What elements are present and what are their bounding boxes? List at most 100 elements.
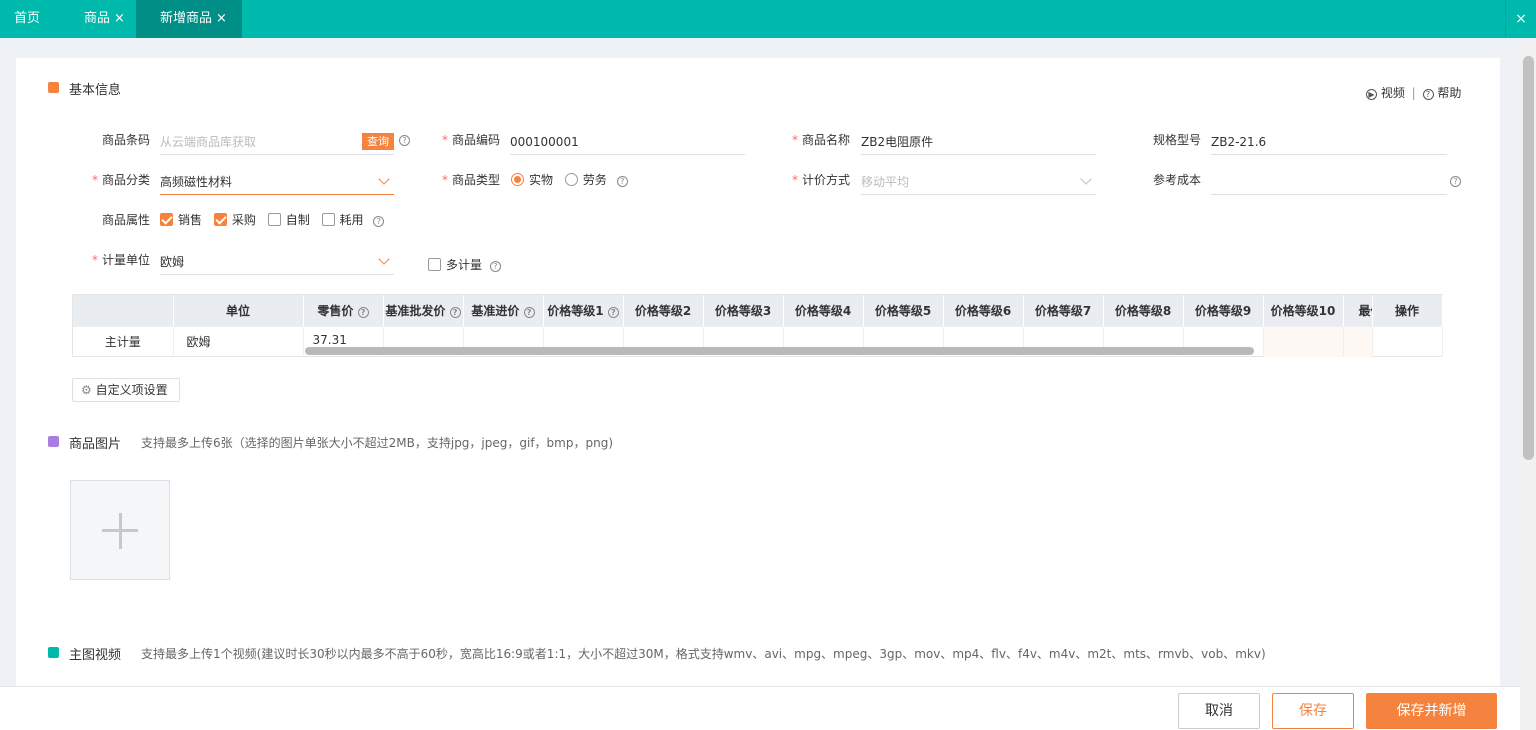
pricing-placeholder: 移动平均 (861, 175, 910, 189)
grid-header: 零售价 ? (303, 295, 384, 326)
checkbox-selfmade[interactable] (267, 213, 281, 226)
plus-icon-vertical (119, 513, 122, 549)
video-description: 支持最多上传1个视频(建议时长30秒以内最多不高于60秒，宽高比16:9或者1:… (141, 647, 1266, 661)
spec-input[interactable]: ZB2-21.6 (1211, 129, 1447, 155)
tab-products[interactable]: 商品 × (70, 0, 139, 38)
spec-label: 规格型号 (1152, 133, 1201, 147)
grid-header: 价格等级9 (1183, 295, 1264, 326)
close-icon[interactable]: × (114, 11, 125, 26)
type-label: * 商品类型 (441, 173, 500, 187)
category-select[interactable]: 高频磁性材料 (160, 169, 394, 195)
section-title-basic: 基本信息 (69, 83, 122, 98)
scrollbar-thumb[interactable] (1523, 56, 1534, 460)
info-icon (48, 82, 59, 93)
name-label: * 商品名称 (791, 133, 850, 147)
cost-label: 参考成本 (1152, 173, 1201, 187)
image-icon (48, 436, 59, 447)
code-input[interactable]: 000100001 (510, 129, 745, 155)
close-icon[interactable]: × (216, 11, 227, 26)
tab-label: 新增商品 (160, 11, 213, 26)
grid-cell[interactable] (1343, 325, 1373, 357)
grid-header: 价格等级5 (863, 295, 944, 326)
barcode-label: 商品条码 (101, 133, 150, 147)
tab-add-product[interactable]: 新增商品 × (136, 0, 242, 38)
grid-header: 价格等级4 (783, 295, 864, 326)
help-icon: ? (1422, 89, 1434, 100)
grid-header: 价格等级10 (1263, 295, 1344, 326)
help-icon[interactable]: ? (449, 306, 461, 318)
unit-value: 欧姆 (160, 255, 185, 269)
barcode-input[interactable]: 从云端商品库获取 (160, 129, 394, 155)
help-link[interactable]: 帮助 (1437, 86, 1461, 100)
multi-unit-label: 多计量 (446, 258, 483, 272)
checkbox-consume[interactable] (321, 213, 335, 226)
help-icon[interactable]: ? (489, 261, 501, 272)
top-tab-bar: 首页 商品 × 新增商品 × × (0, 0, 1536, 38)
help-links: ▶ 视频 | ? 帮助 (1366, 84, 1461, 101)
pricing-label: * 计价方式 (791, 173, 850, 187)
cancel-button[interactable]: 取消 (1178, 693, 1260, 729)
tab-label: 首页 (14, 11, 41, 26)
checkbox-selfmade-label: 自制 (285, 213, 310, 227)
image-upload-button[interactable] (70, 480, 170, 580)
radio-service-label: 劳务 (582, 173, 607, 187)
grid-header-row: 单位 零售价 ? 基准批发价 ? 基准进价 ? 价格等级1 ? 价格等级2 价格… (73, 295, 1443, 326)
pricing-select[interactable]: 移动平均 (861, 169, 1096, 195)
cost-input[interactable] (1211, 169, 1447, 195)
unit-select[interactable]: 欧姆 (160, 249, 394, 275)
category-label: * 商品分类 (91, 173, 150, 187)
attr-checkbox-group: 销售 采购 自制 耗用 ? (160, 211, 385, 228)
section-title-images: 商品图片 (69, 437, 122, 452)
radio-physical-label: 实物 (529, 173, 554, 187)
tab-home[interactable]: 首页 (0, 0, 54, 38)
help-icon[interactable]: ? (357, 306, 369, 318)
help-icon[interactable]: ? (1450, 176, 1461, 187)
custom-fields-button[interactable]: ⚙ 自定义项设置 (72, 378, 180, 402)
grid-header: 价格等级3 (703, 295, 784, 326)
help-icon[interactable]: ? (373, 216, 385, 227)
save-and-new-button[interactable]: 保存并新增 (1366, 693, 1497, 729)
checkbox-sale-label: 销售 (178, 213, 203, 227)
save-button[interactable]: 保存 (1272, 693, 1354, 729)
grid-header: 单位 (173, 295, 304, 326)
video-icon (48, 647, 59, 658)
images-description: 支持最多上传6张（选择的图片单张大小不超过2MB，支持jpg，jpeg，gif，… (141, 436, 613, 450)
grid-header: 价格等级2 (623, 295, 704, 326)
custom-fields-label: 自定义项设置 (95, 383, 168, 397)
play-icon: ▶ (1366, 89, 1377, 100)
checkbox-purchase-label: 采购 (231, 213, 256, 227)
grid-header (73, 295, 174, 326)
radio-physical[interactable] (511, 173, 524, 186)
checkbox-purchase[interactable] (213, 213, 227, 226)
section-title-video: 主图视频 (69, 648, 122, 663)
code-label: * 商品编码 (441, 133, 500, 147)
radio-service[interactable] (564, 173, 578, 186)
category-value: 高频磁性材料 (160, 175, 233, 189)
grid-header: 价格等级6 (943, 295, 1024, 326)
name-input[interactable]: ZB2电阻原件 (861, 129, 1096, 155)
attr-label: 商品属性 (101, 213, 150, 227)
grid-header: 操作 (1372, 295, 1443, 326)
grid-cell[interactable] (1263, 325, 1344, 357)
multi-unit: 多计量 ? (428, 256, 501, 273)
video-link[interactable]: 视频 (1381, 86, 1405, 100)
grid-cell: 主计量 (73, 325, 174, 357)
tab-label: 商品 (84, 11, 111, 26)
close-all-icon[interactable]: × (1505, 0, 1536, 38)
barcode-placeholder: 从云端商品库获取 (160, 135, 257, 149)
grid-cell[interactable]: 欧姆 (173, 325, 304, 357)
checkbox-multi-unit[interactable] (428, 258, 441, 271)
help-icon[interactable]: ? (607, 306, 619, 318)
checkbox-consume-label: 耗用 (339, 213, 364, 227)
horizontal-scrollbar[interactable] (305, 347, 1254, 355)
grid-cell[interactable] (1372, 325, 1443, 357)
help-icon[interactable]: ? (616, 176, 628, 187)
grid-header: 最低 (1343, 295, 1373, 326)
checkbox-sale[interactable] (160, 213, 173, 226)
help-icon[interactable]: ? (523, 306, 535, 318)
grid-header: 基准进价 ? (463, 295, 544, 326)
unit-label: * 计量单位 (91, 253, 150, 267)
grid-header: 价格等级7 (1023, 295, 1104, 326)
grid-header: 价格等级8 (1103, 295, 1184, 326)
type-radio-group: 实物 劳务 ? (511, 171, 628, 188)
